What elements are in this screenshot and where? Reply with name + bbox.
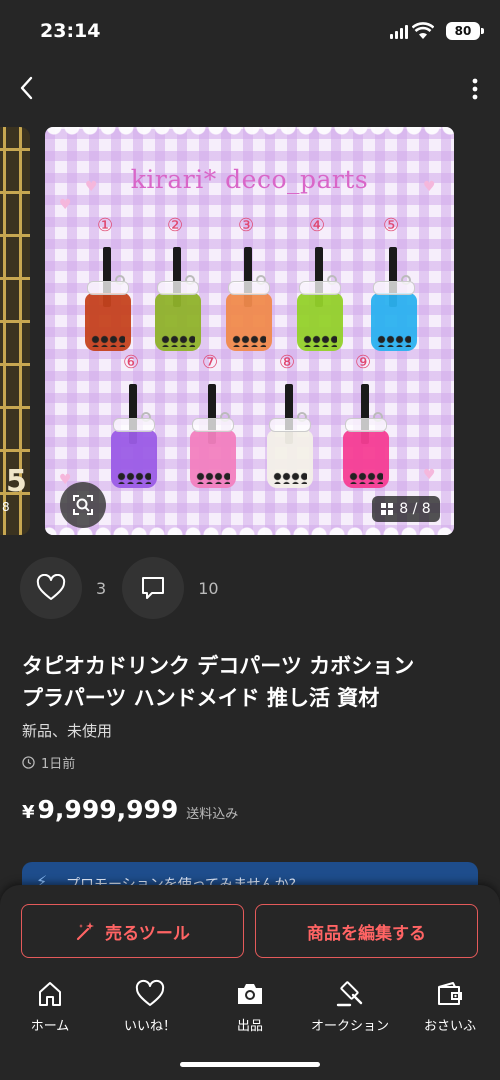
bottom-tab-bar: ホーム いいね！ 出品 オークション おさいふ	[0, 975, 500, 1045]
home-indicator	[180, 1062, 320, 1067]
like-button[interactable]	[20, 557, 82, 619]
back-arrow-icon[interactable]	[14, 74, 42, 102]
drink-jar-charm	[267, 384, 313, 490]
sell-tool-label: 売るツール	[105, 923, 190, 944]
clock-icon	[22, 756, 35, 769]
tab-sell-label: 出品	[236, 1019, 263, 1034]
edit-item-button[interactable]: 商品を編集する	[255, 904, 478, 958]
sell-tool-button[interactable]: 売るツール	[21, 904, 244, 958]
currency-symbol: ¥	[22, 802, 35, 823]
tab-auction[interactable]: オークション	[300, 975, 400, 1045]
like-count: 3	[96, 578, 107, 598]
tab-auction-label: オークション	[310, 1019, 389, 1034]
drink-jar-charm	[85, 247, 131, 353]
product-title: タピオカドリンク デコパーツ カボション プラパーツ ハンドメイド 推し活 資材	[22, 654, 415, 710]
comment-count: 10	[198, 578, 219, 598]
variant-number: ②	[167, 215, 184, 236]
variant-number: ⑤	[383, 215, 400, 236]
comment-button[interactable]	[122, 557, 185, 619]
heart-decoration: ♥	[59, 197, 72, 213]
tab-likes-label: いいね！	[123, 1019, 176, 1034]
comment-icon	[142, 577, 165, 599]
image-brand-text: kirari* deco_parts	[130, 165, 369, 194]
drink-jar-charm	[155, 247, 201, 353]
top-nav	[0, 64, 500, 114]
heart-icon	[135, 979, 165, 1006]
image-search-button[interactable]	[60, 482, 106, 528]
variant-number: ⑧	[279, 352, 296, 373]
edit-item-label: 商品を編集する	[307, 923, 426, 944]
image-counter: 8 / 8	[372, 496, 440, 522]
heart-decoration: ♥	[85, 179, 98, 195]
scan-icon	[73, 495, 93, 515]
variant-number: ③	[238, 215, 255, 236]
tab-wallet[interactable]: おさいふ	[400, 975, 500, 1045]
posted-time: 1日前	[22, 753, 75, 772]
tab-wallet-label: おさいふ	[423, 1019, 476, 1034]
heart-icon	[36, 574, 66, 600]
engagement-actions: 3 10	[20, 557, 235, 619]
variant-number: ⑥	[123, 352, 140, 373]
variant-number: ⑦	[202, 352, 219, 373]
camera-icon	[238, 984, 262, 1004]
drink-jar-charm	[190, 384, 236, 490]
heart-decoration: ♥	[423, 179, 436, 195]
heart-decoration: ♥	[423, 467, 436, 483]
wifi-icon	[412, 22, 434, 39]
previous-image-numeral: 5	[6, 464, 27, 499]
magic-wand-icon	[77, 922, 95, 941]
more-options-icon[interactable]	[470, 76, 480, 102]
grid-icon	[381, 503, 394, 515]
tab-likes[interactable]: いいね！	[100, 975, 200, 1045]
image-counter-text: 8 / 8	[399, 501, 431, 517]
tab-sell[interactable]: 出品	[200, 975, 300, 1045]
variant-number: ⑨	[355, 352, 372, 373]
item-condition: 新品、未使用	[22, 722, 113, 740]
price-amount: 9,999,999	[37, 795, 179, 824]
clock: 23:14	[40, 20, 101, 42]
tab-home[interactable]: ホーム	[0, 975, 100, 1045]
signal-icon	[390, 25, 408, 39]
product-image[interactable]: kirari* deco_parts ♥ ♥ ♥ ♥ ♥ ①②③④⑤⑥⑦⑧⑨	[45, 127, 454, 535]
variant-number: ①	[97, 215, 114, 236]
battery-indicator: 80	[446, 22, 484, 40]
lace-border-top	[45, 127, 454, 145]
wallet-icon	[438, 982, 462, 1005]
variant-number: ④	[309, 215, 326, 236]
drink-jar-charm	[297, 247, 343, 353]
drink-jar-charm	[226, 247, 272, 353]
drink-jar-charm	[343, 384, 389, 490]
posted-time-text: 1日前	[41, 757, 76, 772]
drink-jar-charm	[371, 247, 417, 353]
home-icon	[39, 982, 61, 1006]
shipping-note: 送料込み	[186, 807, 239, 822]
price: ¥ 9,999,999 送料込み	[22, 795, 238, 824]
drink-jar-charm	[111, 384, 157, 490]
status-bar: 23:14 80	[0, 0, 500, 64]
gavel-icon	[336, 981, 363, 1007]
previous-image-small-text: 8	[2, 500, 10, 514]
tab-home-label: ホーム	[30, 1019, 70, 1034]
